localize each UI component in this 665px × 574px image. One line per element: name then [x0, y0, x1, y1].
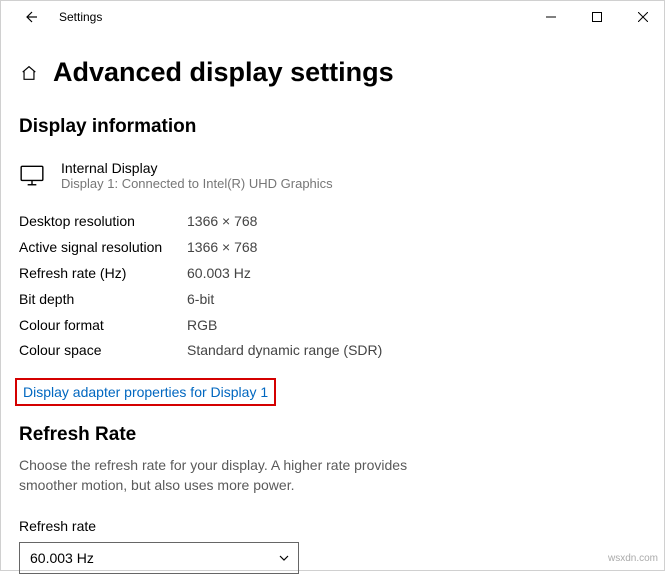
spec-value: 60.003 Hz — [187, 261, 251, 287]
spec-row: Colour format RGB — [19, 313, 648, 339]
spec-row: Desktop resolution 1366 × 768 — [19, 209, 648, 235]
page-header: Advanced display settings — [19, 57, 648, 88]
page-title: Advanced display settings — [53, 57, 394, 88]
chevron-down-icon — [278, 552, 290, 564]
spec-label: Colour format — [19, 313, 187, 339]
refresh-rate-selected-value: 60.003 Hz — [30, 550, 94, 566]
spec-value: Standard dynamic range (SDR) — [187, 338, 382, 364]
window-controls — [528, 1, 665, 33]
watermark: wsxdn.com — [608, 553, 658, 564]
arrow-left-icon — [23, 9, 39, 25]
maximize-button[interactable] — [574, 1, 620, 33]
window-title: Settings — [59, 10, 102, 24]
refresh-rate-field-label: Refresh rate — [19, 518, 648, 534]
spec-value: RGB — [187, 313, 217, 339]
display-connection: Display 1: Connected to Intel(R) UHD Gra… — [61, 176, 333, 191]
minimize-button[interactable] — [528, 1, 574, 33]
display-name: Internal Display — [61, 160, 333, 176]
home-icon[interactable] — [19, 63, 39, 83]
spec-value: 6-bit — [187, 287, 214, 313]
spec-row: Refresh rate (Hz) 60.003 Hz — [19, 261, 648, 287]
refresh-rate-select[interactable]: 60.003 Hz — [19, 542, 299, 574]
spec-row: Colour space Standard dynamic range (SDR… — [19, 338, 648, 364]
minimize-icon — [546, 12, 556, 22]
monitor-icon — [19, 162, 47, 190]
spec-label: Desktop resolution — [19, 209, 187, 235]
spec-row: Bit depth 6-bit — [19, 287, 648, 313]
spec-label: Active signal resolution — [19, 235, 187, 261]
spec-value: 1366 × 768 — [187, 209, 257, 235]
titlebar: Settings — [1, 1, 665, 33]
spec-list: Desktop resolution 1366 × 768 Active sig… — [19, 209, 648, 364]
display-info-heading: Display information — [19, 116, 648, 138]
content-area: Advanced display settings Display inform… — [1, 33, 665, 574]
spec-row: Active signal resolution 1366 × 768 — [19, 235, 648, 261]
spec-value: 1366 × 768 — [187, 235, 257, 261]
spec-label: Refresh rate (Hz) — [19, 261, 187, 287]
maximize-icon — [592, 12, 602, 22]
close-icon — [638, 12, 648, 22]
spec-label: Bit depth — [19, 287, 187, 313]
back-button[interactable] — [19, 5, 43, 29]
refresh-rate-heading: Refresh Rate — [19, 424, 648, 446]
refresh-rate-description: Choose the refresh rate for your display… — [19, 456, 449, 495]
refresh-rate-section: Refresh Rate Choose the refresh rate for… — [19, 424, 648, 573]
close-button[interactable] — [620, 1, 665, 33]
spec-label: Colour space — [19, 338, 187, 364]
display-identity: Internal Display Display 1: Connected to… — [19, 160, 648, 191]
display-adapter-properties-link[interactable]: Display adapter properties for Display 1 — [15, 378, 276, 406]
